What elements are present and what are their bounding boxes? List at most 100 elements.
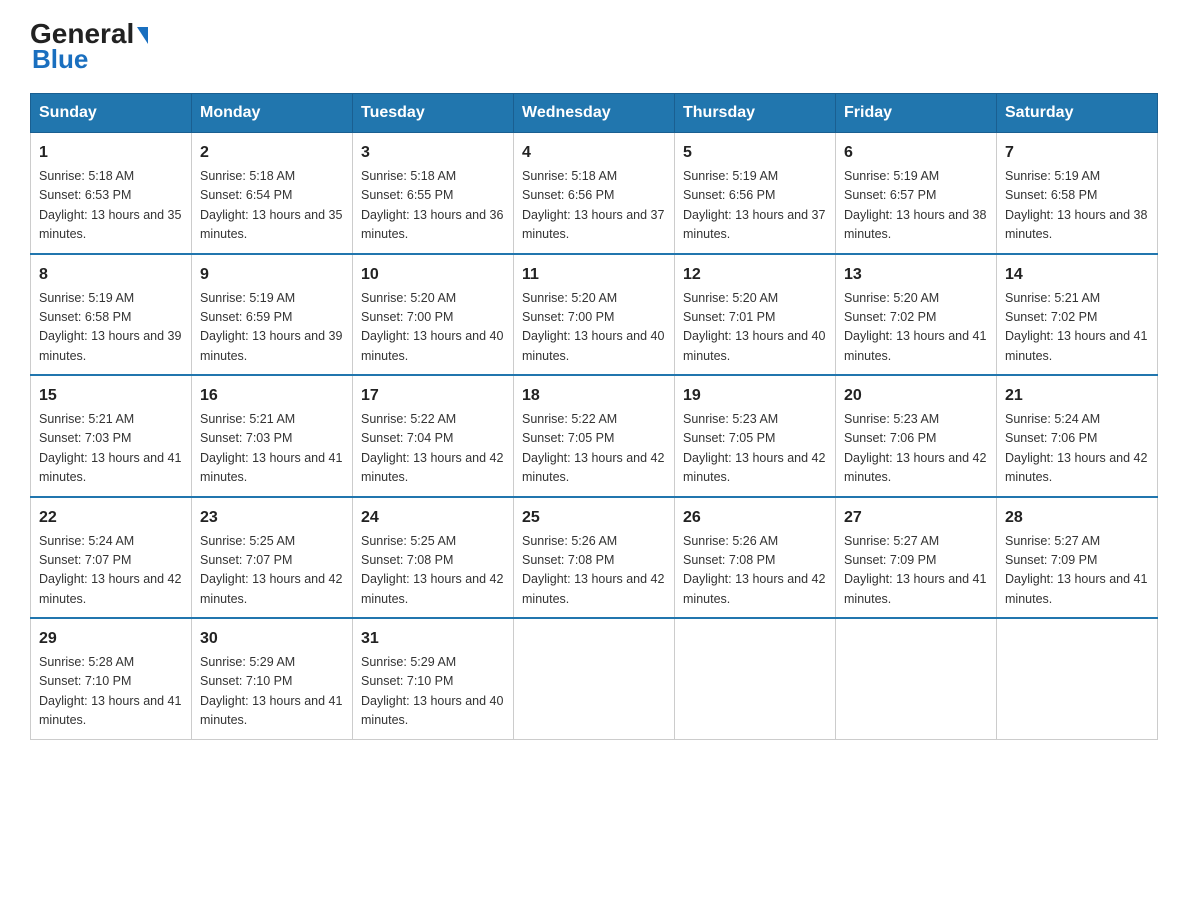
day-info: Sunrise: 5:20 AMSunset: 7:01 PMDaylight:… (683, 289, 827, 367)
day-info: Sunrise: 5:27 AMSunset: 7:09 PMDaylight:… (844, 532, 988, 610)
day-info: Sunrise: 5:18 AMSunset: 6:56 PMDaylight:… (522, 167, 666, 245)
day-info: Sunrise: 5:28 AMSunset: 7:10 PMDaylight:… (39, 653, 183, 731)
day-number: 12 (683, 263, 827, 287)
day-info: Sunrise: 5:19 AMSunset: 6:56 PMDaylight:… (683, 167, 827, 245)
day-number: 3 (361, 141, 505, 165)
calendar-day-cell: 5Sunrise: 5:19 AMSunset: 6:56 PMDaylight… (675, 133, 836, 254)
calendar-day-cell: 3Sunrise: 5:18 AMSunset: 6:55 PMDaylight… (353, 133, 514, 254)
day-number: 29 (39, 627, 183, 651)
day-number: 7 (1005, 141, 1149, 165)
day-number: 9 (200, 263, 344, 287)
day-info: Sunrise: 5:25 AMSunset: 7:07 PMDaylight:… (200, 532, 344, 610)
day-number: 24 (361, 506, 505, 530)
calendar-day-cell: 4Sunrise: 5:18 AMSunset: 6:56 PMDaylight… (514, 133, 675, 254)
calendar-day-cell: 28Sunrise: 5:27 AMSunset: 7:09 PMDayligh… (997, 497, 1158, 619)
calendar-week-row: 15Sunrise: 5:21 AMSunset: 7:03 PMDayligh… (31, 375, 1158, 497)
calendar-day-cell: 2Sunrise: 5:18 AMSunset: 6:54 PMDaylight… (192, 133, 353, 254)
calendar-week-row: 29Sunrise: 5:28 AMSunset: 7:10 PMDayligh… (31, 618, 1158, 739)
day-number: 21 (1005, 384, 1149, 408)
day-info: Sunrise: 5:19 AMSunset: 6:59 PMDaylight:… (200, 289, 344, 367)
calendar-day-cell: 31Sunrise: 5:29 AMSunset: 7:10 PMDayligh… (353, 618, 514, 739)
calendar-day-cell: 22Sunrise: 5:24 AMSunset: 7:07 PMDayligh… (31, 497, 192, 619)
day-number: 14 (1005, 263, 1149, 287)
day-info: Sunrise: 5:22 AMSunset: 7:05 PMDaylight:… (522, 410, 666, 488)
calendar-day-cell: 21Sunrise: 5:24 AMSunset: 7:06 PMDayligh… (997, 375, 1158, 497)
day-number: 31 (361, 627, 505, 651)
day-info: Sunrise: 5:19 AMSunset: 6:58 PMDaylight:… (1005, 167, 1149, 245)
calendar-day-cell: 9Sunrise: 5:19 AMSunset: 6:59 PMDaylight… (192, 254, 353, 376)
day-info: Sunrise: 5:20 AMSunset: 7:00 PMDaylight:… (522, 289, 666, 367)
calendar-day-cell: 7Sunrise: 5:19 AMSunset: 6:58 PMDaylight… (997, 133, 1158, 254)
calendar-day-cell: 26Sunrise: 5:26 AMSunset: 7:08 PMDayligh… (675, 497, 836, 619)
day-info: Sunrise: 5:23 AMSunset: 7:05 PMDaylight:… (683, 410, 827, 488)
calendar-day-cell: 29Sunrise: 5:28 AMSunset: 7:10 PMDayligh… (31, 618, 192, 739)
day-info: Sunrise: 5:21 AMSunset: 7:03 PMDaylight:… (39, 410, 183, 488)
day-number: 23 (200, 506, 344, 530)
calendar-day-cell: 15Sunrise: 5:21 AMSunset: 7:03 PMDayligh… (31, 375, 192, 497)
day-number: 11 (522, 263, 666, 287)
day-info: Sunrise: 5:27 AMSunset: 7:09 PMDaylight:… (1005, 532, 1149, 610)
day-info: Sunrise: 5:21 AMSunset: 7:03 PMDaylight:… (200, 410, 344, 488)
day-info: Sunrise: 5:18 AMSunset: 6:54 PMDaylight:… (200, 167, 344, 245)
day-number: 20 (844, 384, 988, 408)
day-number: 19 (683, 384, 827, 408)
weekday-header-tuesday: Tuesday (353, 94, 514, 133)
calendar-day-cell: 18Sunrise: 5:22 AMSunset: 7:05 PMDayligh… (514, 375, 675, 497)
calendar-day-cell (514, 618, 675, 739)
day-number: 16 (200, 384, 344, 408)
weekday-header-wednesday: Wednesday (514, 94, 675, 133)
day-number: 10 (361, 263, 505, 287)
calendar-day-cell: 23Sunrise: 5:25 AMSunset: 7:07 PMDayligh… (192, 497, 353, 619)
calendar-table: SundayMondayTuesdayWednesdayThursdayFrid… (30, 93, 1158, 740)
day-number: 8 (39, 263, 183, 287)
calendar-day-cell: 27Sunrise: 5:27 AMSunset: 7:09 PMDayligh… (836, 497, 997, 619)
calendar-header-row: SundayMondayTuesdayWednesdayThursdayFrid… (31, 94, 1158, 133)
weekday-header-thursday: Thursday (675, 94, 836, 133)
day-number: 30 (200, 627, 344, 651)
calendar-day-cell: 14Sunrise: 5:21 AMSunset: 7:02 PMDayligh… (997, 254, 1158, 376)
day-info: Sunrise: 5:20 AMSunset: 7:02 PMDaylight:… (844, 289, 988, 367)
day-info: Sunrise: 5:29 AMSunset: 7:10 PMDaylight:… (361, 653, 505, 731)
calendar-day-cell (836, 618, 997, 739)
day-number: 13 (844, 263, 988, 287)
day-info: Sunrise: 5:19 AMSunset: 6:58 PMDaylight:… (39, 289, 183, 367)
weekday-header-monday: Monday (192, 94, 353, 133)
day-number: 27 (844, 506, 988, 530)
day-number: 28 (1005, 506, 1149, 530)
day-number: 18 (522, 384, 666, 408)
calendar-week-row: 1Sunrise: 5:18 AMSunset: 6:53 PMDaylight… (31, 133, 1158, 254)
day-info: Sunrise: 5:18 AMSunset: 6:53 PMDaylight:… (39, 167, 183, 245)
calendar-day-cell: 25Sunrise: 5:26 AMSunset: 7:08 PMDayligh… (514, 497, 675, 619)
calendar-day-cell: 16Sunrise: 5:21 AMSunset: 7:03 PMDayligh… (192, 375, 353, 497)
calendar-day-cell: 6Sunrise: 5:19 AMSunset: 6:57 PMDaylight… (836, 133, 997, 254)
calendar-week-row: 8Sunrise: 5:19 AMSunset: 6:58 PMDaylight… (31, 254, 1158, 376)
calendar-day-cell: 17Sunrise: 5:22 AMSunset: 7:04 PMDayligh… (353, 375, 514, 497)
day-info: Sunrise: 5:21 AMSunset: 7:02 PMDaylight:… (1005, 289, 1149, 367)
day-info: Sunrise: 5:25 AMSunset: 7:08 PMDaylight:… (361, 532, 505, 610)
day-number: 4 (522, 141, 666, 165)
calendar-day-cell: 24Sunrise: 5:25 AMSunset: 7:08 PMDayligh… (353, 497, 514, 619)
logo-arrow-icon (137, 27, 148, 44)
calendar-week-row: 22Sunrise: 5:24 AMSunset: 7:07 PMDayligh… (31, 497, 1158, 619)
day-info: Sunrise: 5:24 AMSunset: 7:06 PMDaylight:… (1005, 410, 1149, 488)
day-info: Sunrise: 5:20 AMSunset: 7:00 PMDaylight:… (361, 289, 505, 367)
calendar-day-cell (675, 618, 836, 739)
day-number: 15 (39, 384, 183, 408)
calendar-day-cell: 20Sunrise: 5:23 AMSunset: 7:06 PMDayligh… (836, 375, 997, 497)
calendar-day-cell: 11Sunrise: 5:20 AMSunset: 7:00 PMDayligh… (514, 254, 675, 376)
calendar-day-cell: 13Sunrise: 5:20 AMSunset: 7:02 PMDayligh… (836, 254, 997, 376)
day-number: 5 (683, 141, 827, 165)
calendar-day-cell: 19Sunrise: 5:23 AMSunset: 7:05 PMDayligh… (675, 375, 836, 497)
calendar-day-cell: 8Sunrise: 5:19 AMSunset: 6:58 PMDaylight… (31, 254, 192, 376)
day-info: Sunrise: 5:19 AMSunset: 6:57 PMDaylight:… (844, 167, 988, 245)
weekday-header-saturday: Saturday (997, 94, 1158, 133)
day-number: 26 (683, 506, 827, 530)
calendar-day-cell (997, 618, 1158, 739)
calendar-day-cell: 12Sunrise: 5:20 AMSunset: 7:01 PMDayligh… (675, 254, 836, 376)
day-info: Sunrise: 5:26 AMSunset: 7:08 PMDaylight:… (683, 532, 827, 610)
day-number: 2 (200, 141, 344, 165)
logo: General Blue (30, 20, 148, 75)
day-info: Sunrise: 5:24 AMSunset: 7:07 PMDaylight:… (39, 532, 183, 610)
weekday-header-friday: Friday (836, 94, 997, 133)
day-number: 25 (522, 506, 666, 530)
